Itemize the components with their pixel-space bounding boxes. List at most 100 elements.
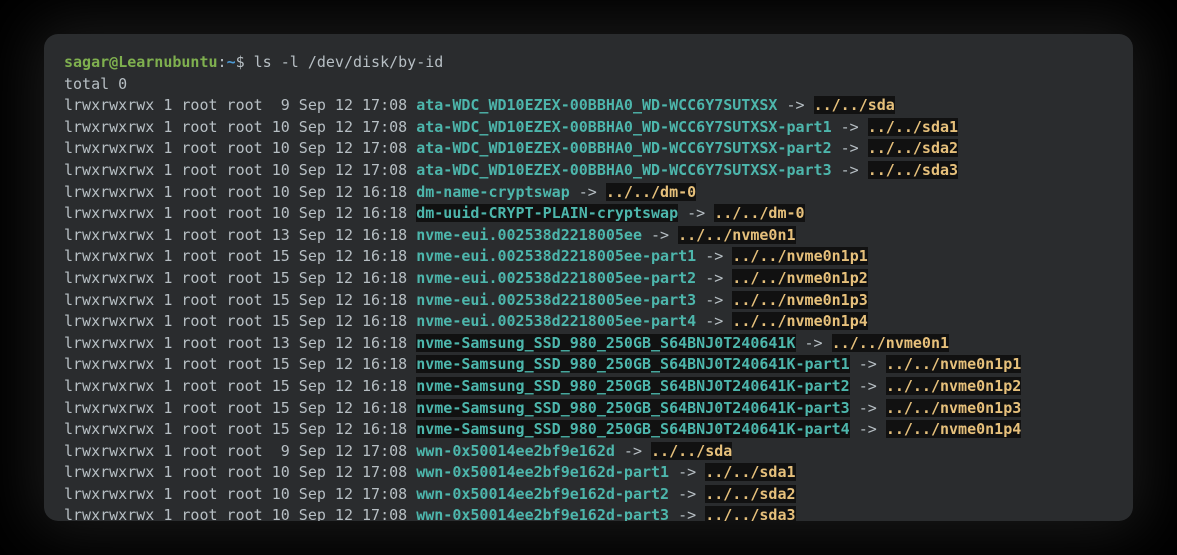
symlink-target: ../../dm-0	[606, 183, 696, 201]
symlink-target: ../../nvme0n1p4	[886, 420, 1021, 438]
symlink-name: ata-WDC_WD10EZEX-00BBHA0_WD-WCC6Y7SUTXSX…	[416, 139, 831, 157]
list-row: lrwxrwxrwx 1 root root 15 Sep 12 16:18 n…	[64, 290, 1113, 312]
file-perms: lrwxrwxrwx 1 root root 10 Sep 12 17:08	[64, 506, 416, 521]
symlink-name: nvme-eui.002538d2218005ee-part2	[416, 269, 696, 287]
arrow-icon: ->	[832, 161, 868, 179]
symlink-target: ../../sda2	[868, 139, 958, 157]
arrow-icon: ->	[777, 96, 813, 114]
symlink-name: nvme-Samsung_SSD_980_250GB_S64BNJ0T24064…	[416, 355, 849, 373]
file-perms: lrwxrwxrwx 1 root root 10 Sep 12 16:18	[64, 183, 416, 201]
file-perms: lrwxrwxrwx 1 root root 15 Sep 12 16:18	[64, 269, 416, 287]
file-perms: lrwxrwxrwx 1 root root 10 Sep 12 17:08	[64, 485, 416, 503]
symlink-name: dm-name-cryptswap	[416, 183, 570, 201]
file-perms: lrwxrwxrwx 1 root root 13 Sep 12 16:18	[64, 334, 416, 352]
arrow-icon: ->	[642, 226, 678, 244]
file-perms: lrwxrwxrwx 1 root root 15 Sep 12 16:18	[64, 291, 416, 309]
symlink-target: ../../nvme0n1	[678, 226, 795, 244]
arrow-icon: ->	[669, 506, 705, 521]
list-row: lrwxrwxrwx 1 root root 9 Sep 12 17:08 at…	[64, 95, 1113, 117]
symlink-target: ../../nvme0n1	[832, 334, 949, 352]
prompt-user: sagar	[64, 53, 109, 71]
symlink-target: ../../sda3	[705, 506, 795, 521]
symlink-target: ../../sda1	[868, 118, 958, 136]
symlink-name: wwn-0x50014ee2bf9e162d	[416, 442, 615, 460]
list-row: lrwxrwxrwx 1 root root 15 Sep 12 16:18 n…	[64, 376, 1113, 398]
command: ls -l /dev/disk/by-id	[254, 53, 444, 71]
symlink-target: ../../nvme0n1p1	[886, 355, 1021, 373]
symlink-name: nvme-eui.002538d2218005ee-part3	[416, 291, 696, 309]
list-row: lrwxrwxrwx 1 root root 10 Sep 12 17:08 w…	[64, 484, 1113, 506]
terminal-window[interactable]: sagar@Learnubuntu:~$ ls -l /dev/disk/by-…	[44, 34, 1133, 521]
arrow-icon: ->	[696, 247, 732, 265]
arrow-icon: ->	[696, 269, 732, 287]
prompt-at: @	[109, 53, 118, 71]
total-line: total 0	[64, 74, 1113, 96]
symlink-target: ../../nvme0n1p3	[732, 291, 867, 309]
symlink-target: ../../dm-0	[714, 204, 804, 222]
symlink-target: ../../nvme0n1p1	[732, 247, 867, 265]
symlink-target: ../../sda	[814, 96, 895, 114]
symlink-target: ../../sda	[651, 442, 732, 460]
list-row: lrwxrwxrwx 1 root root 9 Sep 12 17:08 ww…	[64, 441, 1113, 463]
list-row: lrwxrwxrwx 1 root root 15 Sep 12 16:18 n…	[64, 311, 1113, 333]
list-row: lrwxrwxrwx 1 root root 10 Sep 12 17:08 w…	[64, 505, 1113, 521]
symlink-name: wwn-0x50014ee2bf9e162d-part3	[416, 506, 669, 521]
file-perms: lrwxrwxrwx 1 root root 10 Sep 12 17:08	[64, 118, 416, 136]
symlink-name: nvme-Samsung_SSD_980_250GB_S64BNJ0T24064…	[416, 420, 849, 438]
arrow-icon: ->	[615, 442, 651, 460]
file-perms: lrwxrwxrwx 1 root root 10 Sep 12 17:08	[64, 161, 416, 179]
file-perms: lrwxrwxrwx 1 root root 15 Sep 12 16:18	[64, 420, 416, 438]
file-perms: lrwxrwxrwx 1 root root 15 Sep 12 16:18	[64, 312, 416, 330]
symlink-name: nvme-Samsung_SSD_980_250GB_S64BNJ0T24064…	[416, 377, 849, 395]
symlink-name: ata-WDC_WD10EZEX-00BBHA0_WD-WCC6Y7SUTXSX…	[416, 161, 831, 179]
symlink-target: ../../sda1	[705, 463, 795, 481]
list-row: lrwxrwxrwx 1 root root 15 Sep 12 16:18 n…	[64, 419, 1113, 441]
list-row: lrwxrwxrwx 1 root root 15 Sep 12 16:18 n…	[64, 398, 1113, 420]
symlink-target: ../../nvme0n1p4	[732, 312, 867, 330]
file-perms: lrwxrwxrwx 1 root root 9 Sep 12 17:08	[64, 442, 416, 460]
list-row: lrwxrwxrwx 1 root root 15 Sep 12 16:18 n…	[64, 354, 1113, 376]
file-perms: lrwxrwxrwx 1 root root 13 Sep 12 16:18	[64, 226, 416, 244]
list-row: lrwxrwxrwx 1 root root 13 Sep 12 16:18 n…	[64, 225, 1113, 247]
arrow-icon: ->	[850, 377, 886, 395]
arrow-icon: ->	[570, 183, 606, 201]
symlink-target: ../../nvme0n1p3	[886, 399, 1021, 417]
command-text	[245, 53, 254, 71]
prompt-line: sagar@Learnubuntu:~$ ls -l /dev/disk/by-…	[64, 52, 1113, 74]
symlink-name: nvme-Samsung_SSD_980_250GB_S64BNJ0T24064…	[416, 399, 849, 417]
symlink-name: nvme-eui.002538d2218005ee-part4	[416, 312, 696, 330]
symlink-target: ../../sda2	[705, 485, 795, 503]
arrow-icon: ->	[696, 291, 732, 309]
symlink-name: dm-uuid-CRYPT-PLAIN-cryptswap	[416, 204, 678, 222]
symlink-name: ata-WDC_WD10EZEX-00BBHA0_WD-WCC6Y7SUTXSX…	[416, 118, 831, 136]
file-perms: lrwxrwxrwx 1 root root 15 Sep 12 16:18	[64, 399, 416, 417]
file-perms: lrwxrwxrwx 1 root root 10 Sep 12 17:08	[64, 139, 416, 157]
file-perms: lrwxrwxrwx 1 root root 10 Sep 12 17:08	[64, 463, 416, 481]
symlink-target: ../../nvme0n1p2	[732, 269, 867, 287]
list-row: lrwxrwxrwx 1 root root 10 Sep 12 17:08 a…	[64, 160, 1113, 182]
prompt-colon: :	[218, 53, 227, 71]
list-row: lrwxrwxrwx 1 root root 15 Sep 12 16:18 n…	[64, 268, 1113, 290]
arrow-icon: ->	[696, 312, 732, 330]
arrow-icon: ->	[850, 399, 886, 417]
prompt-path: ~	[227, 53, 236, 71]
prompt-symbol: $	[236, 53, 245, 71]
arrow-icon: ->	[850, 420, 886, 438]
symlink-name: nvme-Samsung_SSD_980_250GB_S64BNJ0T24064…	[416, 334, 795, 352]
list-row: lrwxrwxrwx 1 root root 13 Sep 12 16:18 n…	[64, 333, 1113, 355]
arrow-icon: ->	[850, 355, 886, 373]
file-perms: lrwxrwxrwx 1 root root 9 Sep 12 17:08	[64, 96, 416, 114]
symlink-name: nvme-eui.002538d2218005ee	[416, 226, 642, 244]
symlink-name: nvme-eui.002538d2218005ee-part1	[416, 247, 696, 265]
arrow-icon: ->	[796, 334, 832, 352]
prompt-host: Learnubuntu	[118, 53, 217, 71]
listing: lrwxrwxrwx 1 root root 9 Sep 12 17:08 at…	[64, 95, 1113, 521]
file-perms: lrwxrwxrwx 1 root root 15 Sep 12 16:18	[64, 247, 416, 265]
symlink-name: wwn-0x50014ee2bf9e162d-part2	[416, 485, 669, 503]
symlink-name: ata-WDC_WD10EZEX-00BBHA0_WD-WCC6Y7SUTXSX	[416, 96, 777, 114]
arrow-icon: ->	[832, 118, 868, 136]
list-row: lrwxrwxrwx 1 root root 15 Sep 12 16:18 n…	[64, 246, 1113, 268]
list-row: lrwxrwxrwx 1 root root 10 Sep 12 17:08 w…	[64, 462, 1113, 484]
file-perms: lrwxrwxrwx 1 root root 10 Sep 12 16:18	[64, 204, 416, 222]
list-row: lrwxrwxrwx 1 root root 10 Sep 12 16:18 d…	[64, 182, 1113, 204]
